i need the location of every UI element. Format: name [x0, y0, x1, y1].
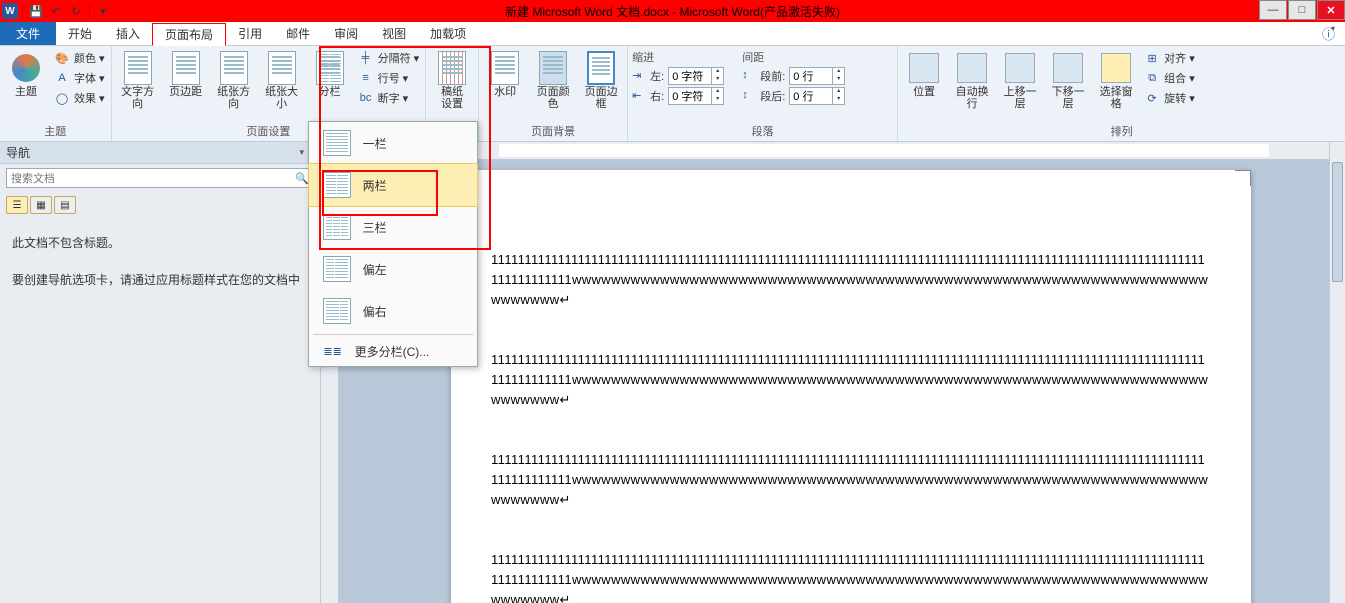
vertical-scrollbar[interactable] — [1329, 142, 1345, 603]
spacing-before-row: ↕段前: ▴▾ — [742, 67, 845, 85]
save-icon[interactable]: 💾 — [27, 2, 45, 20]
title-bar: W 💾 ↶ ↻ ▾ 新建 Microsoft Word 文档.docx - Mi… — [0, 0, 1345, 22]
theme-fonts-button[interactable]: A字体 ▾ — [52, 69, 107, 87]
window-controls: — □ ✕ — [1258, 0, 1345, 20]
indent-header: 缩进 — [632, 49, 724, 65]
columns-button[interactable]: 分栏 — [308, 49, 352, 101]
columns-three-item[interactable]: 三栏 — [309, 206, 477, 248]
horizontal-ruler[interactable] — [339, 142, 1329, 160]
redo-icon[interactable]: ↻ — [67, 2, 85, 20]
group-page-setup: 文字方向 页边距 纸张方向 纸张大小 分栏 一栏 两栏 三栏 偏左 偏右 ≣≣更… — [112, 46, 427, 141]
group-themes: 主题 🎨颜色 ▾ A字体 ▾ ◯效果 ▾ 主题 — [0, 46, 112, 141]
ribbon-tabs: 文件 开始 插入 页面布局 引用 邮件 审阅 视图 加载项 ⓘ ▾ — [0, 22, 1345, 46]
ribbon: 主题 🎨颜色 ▾ A字体 ▾ ◯效果 ▾ 主题 文字方向 页边距 纸张方向 纸张… — [0, 46, 1345, 142]
wrap-text-button[interactable]: 自动换行 — [950, 49, 994, 113]
tab-file[interactable]: 文件 — [0, 22, 56, 45]
columns-right-item[interactable]: 偏右 — [309, 290, 477, 332]
qat-dropdown-icon[interactable]: ▾ — [94, 2, 112, 20]
navigation-pane: 导航 ▾ ✕ 搜索文档🔍 ☰ ▦ ▤ 此文档不包含标题。 要创建导航选项卡，请通… — [0, 142, 321, 603]
columns-one-item[interactable]: 一栏 — [309, 122, 477, 164]
nav-view-headings-button[interactable]: ☰ — [6, 196, 28, 214]
grid-settings-button[interactable]: 稿纸 设置 — [430, 49, 474, 113]
columns-left-item[interactable]: 偏左 — [309, 248, 477, 290]
theme-colors-button[interactable]: 🎨颜色 ▾ — [52, 49, 107, 67]
nav-search-input[interactable]: 搜索文档🔍 — [6, 168, 314, 188]
tab-insert[interactable]: 插入 — [104, 22, 152, 45]
theme-effects-button[interactable]: ◯效果 ▾ — [52, 89, 107, 107]
columns-more-item[interactable]: ≣≣更多分栏(C)... — [309, 337, 477, 366]
hyphenation-button[interactable]: bc断字 ▾ — [356, 89, 422, 107]
document-text[interactable]: 1111111111111111111111111111111111111111… — [491, 210, 1211, 603]
group-page-background: 水印 页面颜色 页面边框 页面背景 — [479, 46, 628, 141]
selection-pane-button[interactable]: 选择窗格 — [1094, 49, 1138, 113]
tab-home[interactable]: 开始 — [56, 22, 104, 45]
group-arrange: 位置 自动换行 上移一层 下移一层 选择窗格 ⊞对齐 ▾ ⧉组合 ▾ ⟳旋转 ▾… — [898, 46, 1345, 141]
group-button[interactable]: ⧉组合 ▾ — [1142, 69, 1197, 87]
spacing-before-spinner[interactable]: ▴▾ — [789, 67, 845, 85]
tab-mailings[interactable]: 邮件 — [274, 22, 322, 45]
columns-two-item[interactable]: 两栏 — [308, 163, 478, 207]
indent-right-row: ⇤右: ▴▾ — [632, 87, 724, 105]
orientation-button[interactable]: 纸张方向 — [212, 49, 256, 113]
group-paragraph: 缩进 ⇥左: ▴▾ ⇤右: ▴▾ 间距 ↕段前: ▴▾ ↕段后: ▴▾ 段落 — [628, 46, 898, 141]
themes-button[interactable]: 主题 — [4, 49, 48, 101]
word-app-icon: W — [2, 3, 18, 19]
spacing-after-row: ↕段后: ▴▾ — [742, 87, 845, 105]
tab-addins[interactable]: 加载项 — [418, 22, 478, 45]
undo-icon[interactable]: ↶ — [47, 2, 65, 20]
line-numbers-button[interactable]: ≡行号 ▾ — [356, 69, 422, 87]
align-button[interactable]: ⊞对齐 ▾ — [1142, 49, 1197, 67]
nav-view-switcher: ☰ ▦ ▤ — [0, 192, 320, 218]
nav-pane-title: 导航 — [6, 144, 30, 161]
page-borders-button[interactable]: 页面边框 — [579, 49, 623, 113]
nav-pane-header: 导航 ▾ ✕ — [0, 142, 320, 164]
indent-right-input[interactable] — [669, 90, 711, 102]
nav-empty-message: 此文档不包含标题。 要创建导航选项卡，请通过应用标题样式在您的文档中 — [0, 218, 320, 306]
spacing-after-spinner[interactable]: ▴▾ — [789, 87, 845, 105]
spacing-after-input[interactable] — [790, 90, 832, 102]
margins-button[interactable]: 页边距 — [164, 49, 208, 101]
tab-review[interactable]: 审阅 — [322, 22, 370, 45]
breaks-button[interactable]: ╪分隔符 ▾ — [356, 49, 422, 67]
tab-view[interactable]: 视图 — [370, 22, 418, 45]
size-button[interactable]: 纸张大小 — [260, 49, 304, 113]
group-label-themes: 主题 — [4, 121, 107, 141]
nav-view-results-button[interactable]: ▤ — [54, 196, 76, 214]
ribbon-collapse-icon[interactable]: ▾ — [1331, 24, 1343, 36]
window-title: 新建 Microsoft Word 文档.docx - Microsoft Wo… — [505, 3, 840, 20]
group-label-page-background: 页面背景 — [483, 121, 623, 141]
columns-dropdown-menu: 一栏 两栏 三栏 偏左 偏右 ≣≣更多分栏(C)... — [308, 121, 478, 367]
position-button[interactable]: 位置 — [902, 49, 946, 101]
tab-page-layout[interactable]: 页面布局 — [152, 23, 226, 46]
text-direction-button[interactable]: 文字方向 — [116, 49, 160, 113]
quick-access-toolbar: W 💾 ↶ ↻ ▾ — [0, 2, 112, 20]
minimize-button[interactable]: — — [1259, 0, 1287, 20]
indent-right-spinner[interactable]: ▴▾ — [668, 87, 724, 105]
group-label-arrange: 排列 — [902, 121, 1341, 141]
group-label-paragraph: 段落 — [632, 121, 893, 141]
tab-references[interactable]: 引用 — [226, 22, 274, 45]
indent-left-spinner[interactable]: ▴▾ — [668, 67, 724, 85]
page-color-button[interactable]: 页面颜色 — [531, 49, 575, 113]
rotate-button[interactable]: ⟳旋转 ▾ — [1142, 89, 1197, 107]
spacing-header: 间距 — [742, 49, 845, 65]
document-page[interactable]: 1111111111111111111111111111111111111111… — [451, 170, 1251, 603]
nav-view-pages-button[interactable]: ▦ — [30, 196, 52, 214]
scrollbar-thumb[interactable] — [1332, 162, 1343, 282]
watermark-button[interactable]: 水印 — [483, 49, 527, 101]
indent-left-input[interactable] — [669, 70, 711, 82]
send-backward-button[interactable]: 下移一层 — [1046, 49, 1090, 113]
bring-forward-button[interactable]: 上移一层 — [998, 49, 1042, 113]
close-button[interactable]: ✕ — [1317, 0, 1345, 20]
spacing-before-input[interactable] — [790, 70, 832, 82]
maximize-button[interactable]: □ — [1288, 0, 1316, 20]
indent-left-row: ⇥左: ▴▾ — [632, 67, 724, 85]
